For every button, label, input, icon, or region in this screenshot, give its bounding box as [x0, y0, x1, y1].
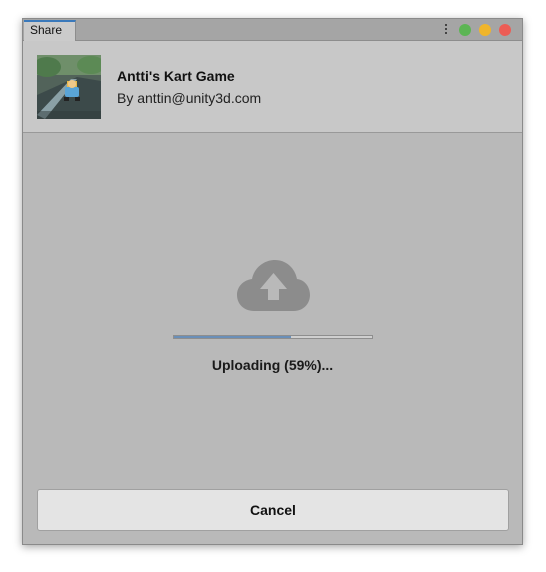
minimize-button[interactable] — [479, 24, 491, 36]
kart-game-thumbnail — [37, 55, 101, 119]
author-label: By anttin@unity3d.com — [117, 90, 262, 106]
maximize-button[interactable] — [459, 24, 471, 36]
kebab-menu-icon[interactable] — [443, 24, 449, 36]
upload-status: Uploading (59%)... — [211, 357, 334, 373]
cancel-button[interactable]: Cancel — [37, 489, 509, 531]
project-header: Antti's Kart Game By anttin@unity3d.com — [23, 41, 522, 133]
cloud-upload-icon — [237, 260, 310, 311]
close-button[interactable] — [499, 24, 511, 36]
game-title: Antti's Kart Game — [117, 68, 235, 84]
upload-progress-fill — [174, 336, 291, 338]
share-window: Share Antti's Kart Game By anttin@unity3… — [22, 18, 523, 545]
tab-share[interactable]: Share — [24, 20, 76, 41]
tab-bar: Share — [23, 19, 522, 41]
upload-progress-bar — [173, 335, 373, 339]
